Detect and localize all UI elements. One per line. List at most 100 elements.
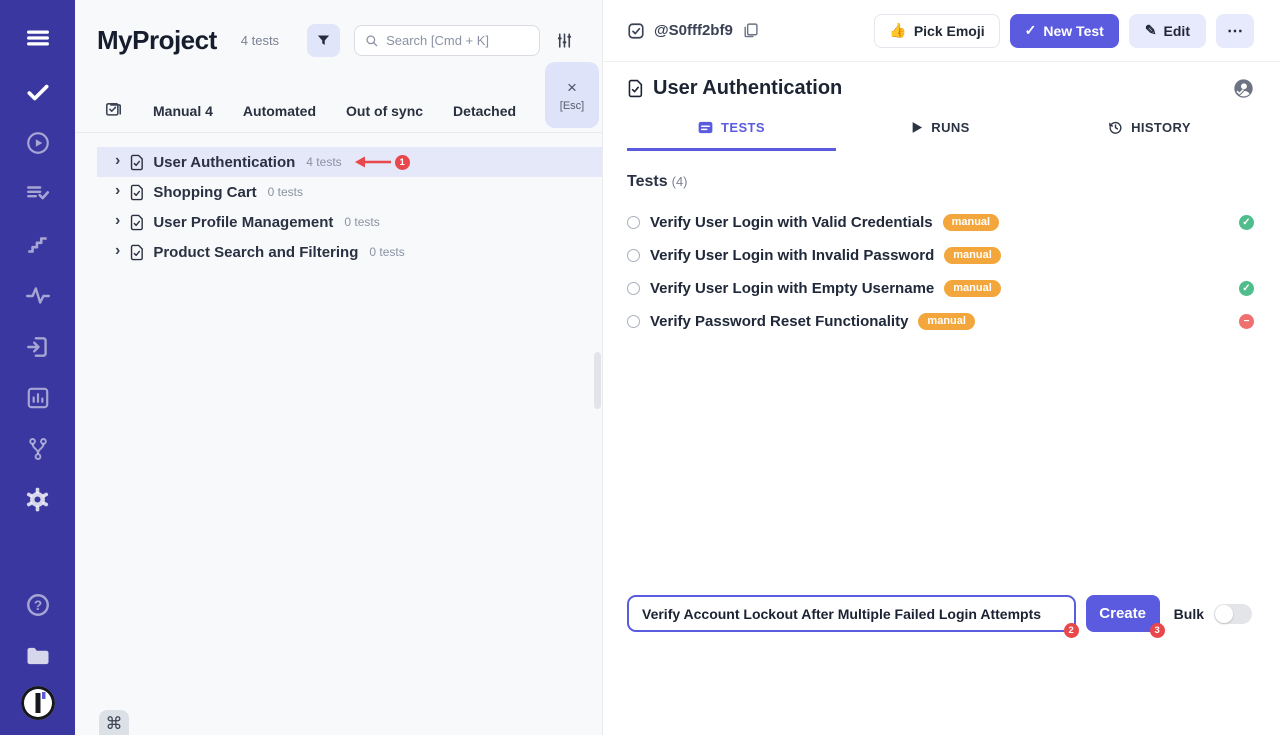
tests-nav-icon[interactable] [0,66,75,117]
annotation-badge-3: 3 [1150,623,1165,638]
tab-automated[interactable]: Automated [243,103,316,119]
suite-row-product-search-and-filtering[interactable]: › Product Search and Filtering 0 tests [97,237,602,267]
annotation-badge-1: 1 [395,155,410,170]
test-row[interactable]: Verify User Login with Empty Username ma… [627,272,1254,305]
chevron-right-icon[interactable]: › [115,213,120,229]
funnel-icon [316,33,331,48]
test-radio[interactable] [627,315,640,328]
assignee-avatar-icon[interactable] [1233,78,1254,99]
tests-card-icon [698,121,713,134]
import-nav-icon[interactable] [0,321,75,372]
manual-badge: manual [944,280,1001,297]
icon-rail: ? [0,0,75,735]
toggle-knob [1215,605,1233,623]
status-passed-icon: ✓ [1239,215,1254,230]
tab-out-of-sync[interactable]: Out of sync [346,103,423,119]
suite-doc-icon [129,214,144,231]
projects-folder-icon[interactable] [0,630,75,681]
app-logo[interactable] [19,681,57,725]
menu-icon[interactable] [0,10,75,66]
settings-gear-icon[interactable] [0,474,75,525]
search-icon [365,34,379,48]
search-box[interactable] [354,25,540,56]
red-arrow-icon [353,155,393,169]
suite-row-user-profile-management[interactable]: › User Profile Management 0 tests [97,207,602,237]
create-button[interactable]: Create [1086,595,1160,632]
project-title: MyProject [97,25,217,56]
detail-topbar: @S0fff2bf9 👍 Pick Emoji ✓ New Test ✎ Edi… [603,0,1280,62]
chevron-right-icon[interactable]: › [115,183,120,199]
test-list: Verify User Login with Valid Credentials… [627,206,1254,338]
close-search-popover[interactable]: × [Esc] [545,62,599,128]
topbar-actions: 👍 Pick Emoji ✓ New Test ✎ Edit ⋯ [874,14,1254,48]
activity-nav-icon[interactable] [0,270,75,321]
tab-history[interactable]: HISTORY [1045,120,1254,151]
suite-detail-panel: @S0fff2bf9 👍 Pick Emoji ✓ New Test ✎ Edi… [603,0,1280,735]
test-row[interactable]: Verify User Login with Invalid Password … [627,239,1254,272]
suite-row-shopping-cart[interactable]: › Shopping Cart 0 tests [97,177,602,207]
esc-hint-label: [Esc] [560,100,584,112]
suites-tree: › User Authentication 4 tests 1 › Shoppi… [75,147,602,267]
branches-nav-icon[interactable] [0,423,75,474]
pick-emoji-button[interactable]: 👍 Pick Emoji [874,14,999,48]
edit-button[interactable]: ✎ Edit [1129,14,1206,48]
annotation-badge-2: 2 [1064,623,1079,638]
status-passed-icon: ✓ [1239,281,1254,296]
manual-badge: manual [943,214,1000,231]
suite-id: @S0fff2bf9 [654,22,733,39]
multi-select-icon[interactable] [104,101,123,120]
new-test-title-input[interactable] [627,595,1076,632]
analytics-nav-icon[interactable] [0,372,75,423]
manual-badge: manual [918,313,975,330]
test-row[interactable]: Verify Password Reset Functionality manu… [627,305,1254,338]
create-test-row: 2 Create 3 Bulk [627,595,1252,632]
help-icon[interactable]: ? [0,579,75,630]
test-radio[interactable] [627,216,640,229]
thumbs-up-emoji-icon: 👍 [889,22,906,39]
suite-title: User Authentication [653,77,842,100]
close-icon[interactable]: × [567,79,577,96]
suites-panel-header: MyProject 4 tests [75,0,602,57]
tab-runs[interactable]: RUNS [836,120,1045,151]
tests-section-title: Tests(4) [627,173,1254,191]
chevron-right-icon[interactable]: › [115,243,120,259]
runs-nav-icon[interactable] [0,117,75,168]
suite-doc-icon [129,244,144,261]
app-window: ? MyProject 4 tests [0,0,1280,735]
tab-tests[interactable]: TESTS [627,120,836,151]
history-clock-icon [1108,120,1123,135]
bulk-toggle[interactable] [1214,604,1252,624]
check-icon: ✓ [1025,22,1037,39]
panel-scrollbar[interactable] [594,352,601,409]
steps-nav-icon[interactable] [0,219,75,270]
filter-button[interactable] [307,24,340,57]
project-tests-count: 4 tests [241,33,279,48]
copy-icon[interactable] [742,22,759,39]
search-input[interactable] [386,33,529,48]
more-options-button[interactable]: ⋯ [1216,14,1254,48]
detail-tabs: TESTS RUNS HISTORY [627,120,1254,151]
suite-doc-icon [129,154,144,171]
command-key-hint[interactable]: ⌘ [99,710,129,735]
annotation-arrow-1: 1 [353,155,410,170]
bulk-label: Bulk [1174,606,1204,622]
status-blocked-icon: − [1239,314,1254,329]
tab-detached[interactable]: Detached [453,103,516,119]
sliders-icon[interactable] [555,31,574,50]
tests-section-count: (4) [672,174,688,189]
test-radio[interactable] [627,282,640,295]
suite-doc-icon [627,79,643,98]
chevron-right-icon[interactable]: › [115,153,120,169]
plans-nav-icon[interactable] [0,168,75,219]
suite-filter-tabs: Manual 4 Automated Out of sync Detached [75,89,602,133]
test-radio[interactable] [627,249,640,262]
tab-manual[interactable]: Manual 4 [153,103,213,119]
new-test-button[interactable]: ✓ New Test [1010,14,1119,48]
svg-text:?: ? [33,597,41,612]
play-icon [911,121,923,134]
pencil-icon: ✎ [1145,22,1157,39]
suite-doc-icon [129,184,144,201]
suite-row-user-authentication[interactable]: › User Authentication 4 tests 1 [97,147,602,177]
suites-panel: MyProject 4 tests [75,0,603,735]
test-row[interactable]: Verify User Login with Valid Credentials… [627,206,1254,239]
